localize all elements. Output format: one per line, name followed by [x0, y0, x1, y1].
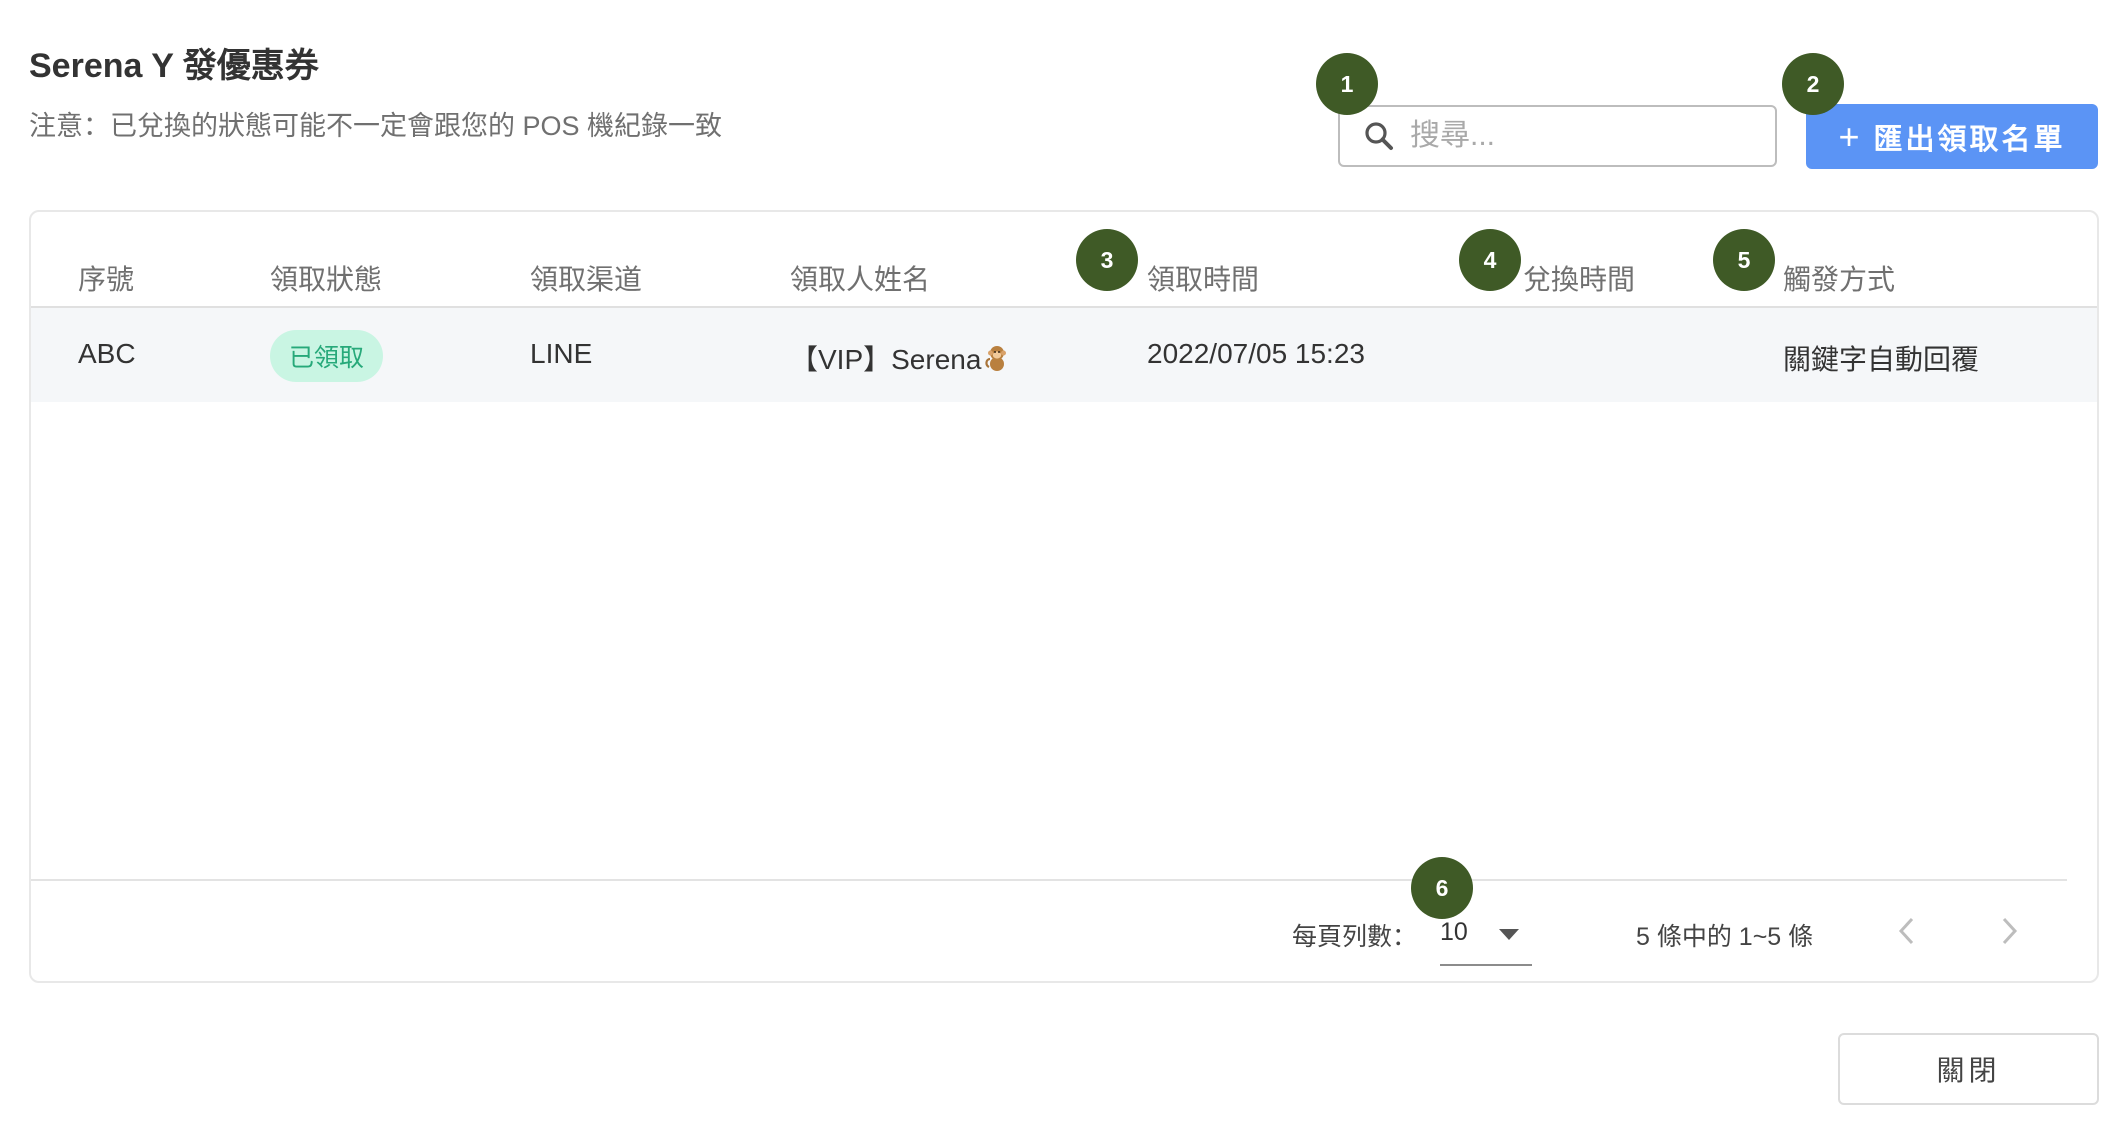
column-header-channel[interactable]: 領取渠道 [530, 258, 642, 298]
column-header-recipient[interactable]: 領取人姓名 [790, 258, 930, 298]
search-icon [1365, 122, 1393, 150]
rows-per-page-label: 每頁列數： [1292, 923, 1418, 951]
annotation-marker-3: 3 [1076, 229, 1138, 291]
column-header-trigger[interactable]: 觸發方式 [1783, 258, 1895, 298]
cell-serial: ABC [78, 338, 136, 369]
annotation-marker-2: 2 [1782, 53, 1844, 115]
column-header-status[interactable]: 領取狀態 [270, 258, 382, 298]
annotation-marker-1: 1 [1316, 53, 1378, 115]
column-header-received-time[interactable]: 領取時間 [1147, 258, 1259, 298]
chevron-left-icon[interactable] [1896, 914, 1918, 948]
cell-channel: LINE [530, 338, 593, 369]
annotation-marker-5: 5 [1713, 229, 1775, 291]
rows-per-page-value: 10 [1440, 918, 1468, 946]
cell-trigger: 關鍵字自動回覆 [1783, 344, 1980, 375]
chevron-right-icon[interactable] [1998, 914, 2020, 948]
monkey-emoji-icon [985, 346, 1007, 371]
pagination-range: 5 條中的 1~5 條 [1636, 923, 1814, 951]
annotation-marker-4: 4 [1459, 229, 1521, 291]
cell-received-time: 2022/07/05 15:23 [1147, 338, 1365, 369]
column-header-redeemed-time[interactable]: 兌換時間 [1523, 258, 1635, 298]
column-header-serial[interactable]: 序號 [78, 258, 134, 298]
close-button[interactable]: 關閉 [1838, 1033, 2099, 1105]
dialog-title: Serena Y 發優惠券 [29, 47, 319, 85]
table-footer-divider [31, 879, 2067, 881]
recipient-name: 【VIP】Serena [790, 344, 982, 375]
dialog-subtitle: 注意：已兌換的狀態可能不一定會跟您的 POS 機紀錄一致 [29, 111, 723, 141]
cell-recipient: 【VIP】Serena [790, 338, 1009, 378]
export-recipients-button[interactable]: + 匯出領取名單 [1806, 104, 2098, 169]
search-field[interactable] [1338, 105, 1777, 167]
search-input[interactable] [1408, 118, 1752, 154]
annotation-marker-6: 6 [1411, 857, 1473, 919]
plus-icon: + [1838, 115, 1860, 157]
caret-down-icon [1499, 929, 1519, 940]
status-badge: 已領取 [270, 330, 383, 382]
export-button-label: 匯出領取名單 [1873, 123, 2066, 156]
